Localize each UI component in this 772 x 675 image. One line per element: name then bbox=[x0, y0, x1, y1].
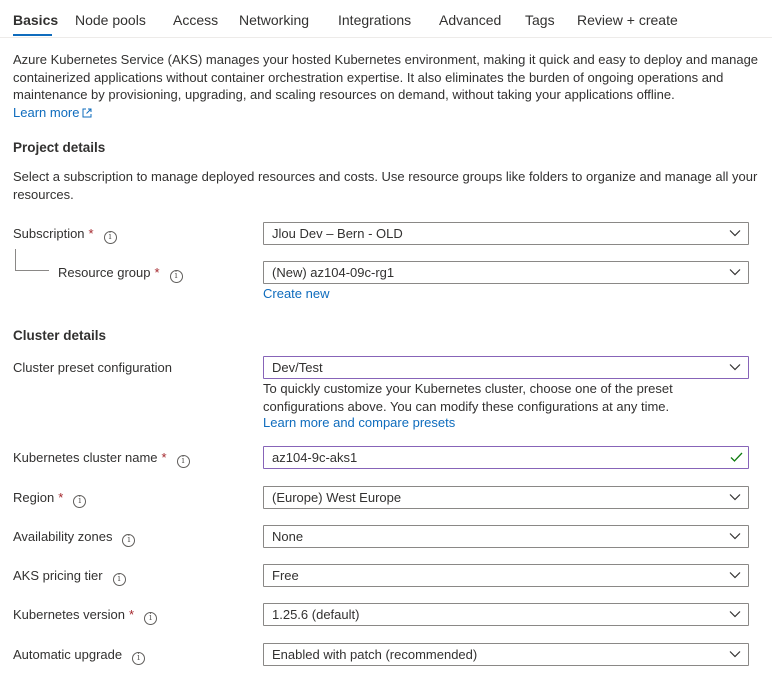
subscription-label-text: Subscription bbox=[13, 226, 85, 241]
learn-more-link[interactable]: Learn more bbox=[13, 105, 92, 120]
kubernetes-version-value: 1.25.6 (default) bbox=[272, 607, 360, 622]
chevron-down-icon bbox=[729, 230, 741, 237]
tree-connector bbox=[15, 249, 16, 271]
project-details-description: Select a subscription to manage deployed… bbox=[13, 169, 758, 202]
cluster-preset-label: Cluster preset configuration bbox=[13, 360, 172, 375]
pricing-tier-label: AKS pricing tier i bbox=[13, 568, 126, 586]
resource-group-value: (New) az104-09c-rg1 bbox=[272, 265, 395, 280]
intro-description: Azure Kubernetes Service (AKS) manages y… bbox=[13, 51, 763, 121]
availability-zones-label-text: Availability zones bbox=[13, 529, 113, 544]
tab-advanced[interactable]: Advanced bbox=[439, 12, 501, 28]
region-value: (Europe) West Europe bbox=[272, 490, 402, 505]
compare-presets-link[interactable]: Learn more and compare presets bbox=[263, 414, 749, 432]
tab-tags[interactable]: Tags bbox=[525, 12, 555, 28]
tab-basics[interactable]: Basics bbox=[13, 12, 58, 28]
cluster-name-label: Kubernetes cluster name * i bbox=[13, 450, 190, 468]
chevron-down-icon bbox=[729, 651, 741, 658]
info-icon[interactable]: i bbox=[122, 534, 136, 547]
tab-review-create[interactable]: Review + create bbox=[577, 12, 678, 28]
required-marker: * bbox=[88, 226, 94, 241]
cluster-preset-help: To quickly customize your Kubernetes clu… bbox=[263, 381, 673, 414]
required-marker: * bbox=[154, 265, 160, 280]
tree-connector bbox=[15, 270, 49, 271]
tab-divider bbox=[0, 37, 772, 38]
chevron-down-icon bbox=[729, 364, 741, 371]
region-dropdown[interactable]: (Europe) West Europe bbox=[263, 486, 749, 509]
pricing-tier-value: Free bbox=[272, 568, 299, 583]
external-link-icon bbox=[82, 108, 92, 117]
cluster-details-title: Cluster details bbox=[13, 328, 107, 343]
intro-text: Azure Kubernetes Service (AKS) manages y… bbox=[13, 52, 759, 102]
resource-group-label: Resource group * i bbox=[58, 265, 183, 283]
info-icon[interactable]: i bbox=[73, 495, 87, 508]
chevron-down-icon bbox=[729, 611, 741, 618]
info-icon[interactable]: i bbox=[144, 612, 158, 625]
active-tab-indicator bbox=[13, 34, 52, 36]
create-new-link[interactable]: Create new bbox=[263, 285, 749, 303]
chevron-down-icon bbox=[729, 494, 741, 501]
pricing-tier-dropdown[interactable]: Free bbox=[263, 564, 749, 587]
automatic-upgrade-dropdown[interactable]: Enabled with patch (recommended) bbox=[263, 643, 749, 666]
region-label-text: Region bbox=[13, 490, 55, 505]
pricing-tier-label-text: AKS pricing tier bbox=[13, 568, 103, 583]
chevron-down-icon bbox=[729, 533, 741, 540]
cluster-preset-dropdown[interactable]: Dev/Test bbox=[263, 356, 749, 379]
required-marker: * bbox=[58, 490, 64, 505]
required-marker: * bbox=[129, 607, 135, 622]
automatic-upgrade-label-text: Automatic upgrade bbox=[13, 647, 123, 662]
info-icon[interactable]: i bbox=[132, 652, 146, 665]
availability-zones-value: None bbox=[272, 529, 304, 544]
info-icon[interactable]: i bbox=[169, 270, 183, 283]
project-details-title: Project details bbox=[13, 140, 106, 155]
automatic-upgrade-label: Automatic upgrade i bbox=[13, 647, 146, 665]
tab-node-pools[interactable]: Node pools bbox=[75, 12, 146, 28]
tab-integrations[interactable]: Integrations bbox=[338, 12, 411, 28]
info-icon[interactable]: i bbox=[112, 573, 126, 586]
subscription-value: Jlou Dev – Bern - OLD bbox=[272, 226, 403, 241]
tab-access[interactable]: Access bbox=[173, 12, 218, 28]
automatic-upgrade-value: Enabled with patch (recommended) bbox=[272, 647, 478, 662]
info-icon[interactable]: i bbox=[103, 231, 117, 244]
chevron-down-icon bbox=[729, 572, 741, 579]
learn-more-label: Learn more bbox=[13, 104, 80, 120]
availability-zones-label: Availability zones i bbox=[13, 529, 136, 547]
subscription-dropdown[interactable]: Jlou Dev – Bern - OLD bbox=[263, 222, 749, 245]
required-marker: * bbox=[161, 450, 167, 465]
kubernetes-version-dropdown[interactable]: 1.25.6 (default) bbox=[263, 603, 749, 626]
kubernetes-version-label: Kubernetes version * i bbox=[13, 607, 158, 625]
info-icon[interactable]: i bbox=[176, 455, 190, 468]
region-label: Region * i bbox=[13, 490, 87, 508]
subscription-label: Subscription * i bbox=[13, 226, 117, 244]
cluster-preset-value: Dev/Test bbox=[272, 360, 323, 375]
cluster-name-value: az104-9c-aks1 bbox=[272, 450, 358, 465]
chevron-down-icon bbox=[729, 269, 741, 276]
cluster-name-input[interactable]: az104-9c-aks1 bbox=[263, 446, 749, 469]
cluster-name-label-text: Kubernetes cluster name bbox=[13, 450, 158, 465]
resource-group-dropdown[interactable]: (New) az104-09c-rg1 bbox=[263, 261, 749, 284]
checkmark-icon bbox=[730, 452, 743, 462]
tab-networking[interactable]: Networking bbox=[239, 12, 309, 28]
availability-zones-dropdown[interactable]: None bbox=[263, 525, 749, 548]
resource-group-label-text: Resource group bbox=[58, 265, 151, 280]
kubernetes-version-label-text: Kubernetes version bbox=[13, 607, 126, 622]
